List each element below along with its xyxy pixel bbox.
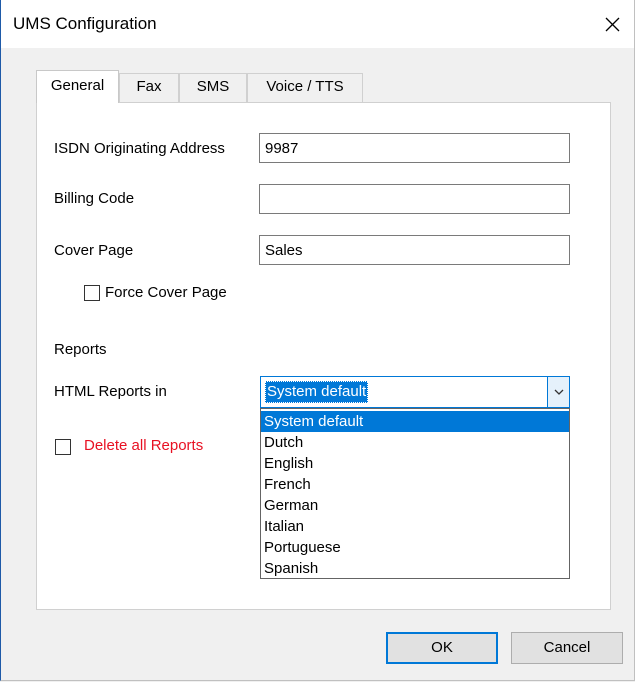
- billing-code-label: Billing Code: [54, 190, 135, 207]
- billing-code-input[interactable]: [259, 184, 570, 214]
- dropdown-option-german[interactable]: German: [261, 495, 569, 516]
- html-reports-selected-value: System default: [265, 381, 369, 403]
- tab-voice-tts-label: Voice / TTS: [266, 78, 344, 95]
- ums-configuration-dialog: UMS Configuration General Fax SMS Voice …: [0, 0, 635, 681]
- cancel-button[interactable]: Cancel: [511, 632, 623, 664]
- dropdown-option-english[interactable]: English: [261, 453, 569, 474]
- isdn-originating-address-input[interactable]: [259, 133, 570, 163]
- html-reports-combobox[interactable]: System default: [260, 376, 570, 408]
- reports-heading: Reports: [54, 341, 107, 358]
- close-icon: [605, 17, 620, 32]
- tab-general-label: General: [50, 77, 105, 94]
- dropdown-option-french[interactable]: French: [261, 474, 569, 495]
- delete-all-reports-label: Delete all Reports: [84, 437, 204, 454]
- cover-page-input[interactable]: [259, 235, 570, 265]
- tab-general[interactable]: General: [36, 70, 119, 103]
- combo-dropdown-button[interactable]: [547, 377, 569, 407]
- isdn-originating-address-label: ISDN Originating Address: [54, 140, 225, 157]
- tab-fax[interactable]: Fax: [119, 73, 179, 102]
- force-cover-page-label: Force Cover Page: [105, 284, 227, 301]
- window-title: UMS Configuration: [13, 14, 157, 33]
- force-cover-page-checkbox[interactable]: [84, 285, 100, 301]
- dropdown-option-system-default[interactable]: System default: [261, 411, 569, 432]
- tab-sms[interactable]: SMS: [179, 73, 247, 102]
- cover-page-label: Cover Page: [54, 242, 134, 259]
- title-bar: UMS Configuration: [1, 0, 634, 48]
- dropdown-option-dutch[interactable]: Dutch: [261, 432, 569, 453]
- dropdown-option-spanish[interactable]: Spanish: [261, 558, 569, 579]
- close-button[interactable]: [590, 0, 634, 48]
- dropdown-option-italian[interactable]: Italian: [261, 516, 569, 537]
- html-reports-label: HTML Reports in: [54, 383, 167, 400]
- tab-fax-label: Fax: [136, 78, 162, 95]
- ok-button[interactable]: OK: [386, 632, 498, 664]
- dropdown-option-portuguese[interactable]: Portuguese: [261, 537, 569, 558]
- html-reports-dropdown-list: System default Dutch English French Germ…: [260, 408, 570, 579]
- tab-voice-tts[interactable]: Voice / TTS: [247, 73, 363, 102]
- chevron-down-icon: [554, 389, 564, 395]
- delete-all-reports-checkbox[interactable]: [55, 439, 71, 455]
- tab-sms-label: SMS: [196, 78, 230, 95]
